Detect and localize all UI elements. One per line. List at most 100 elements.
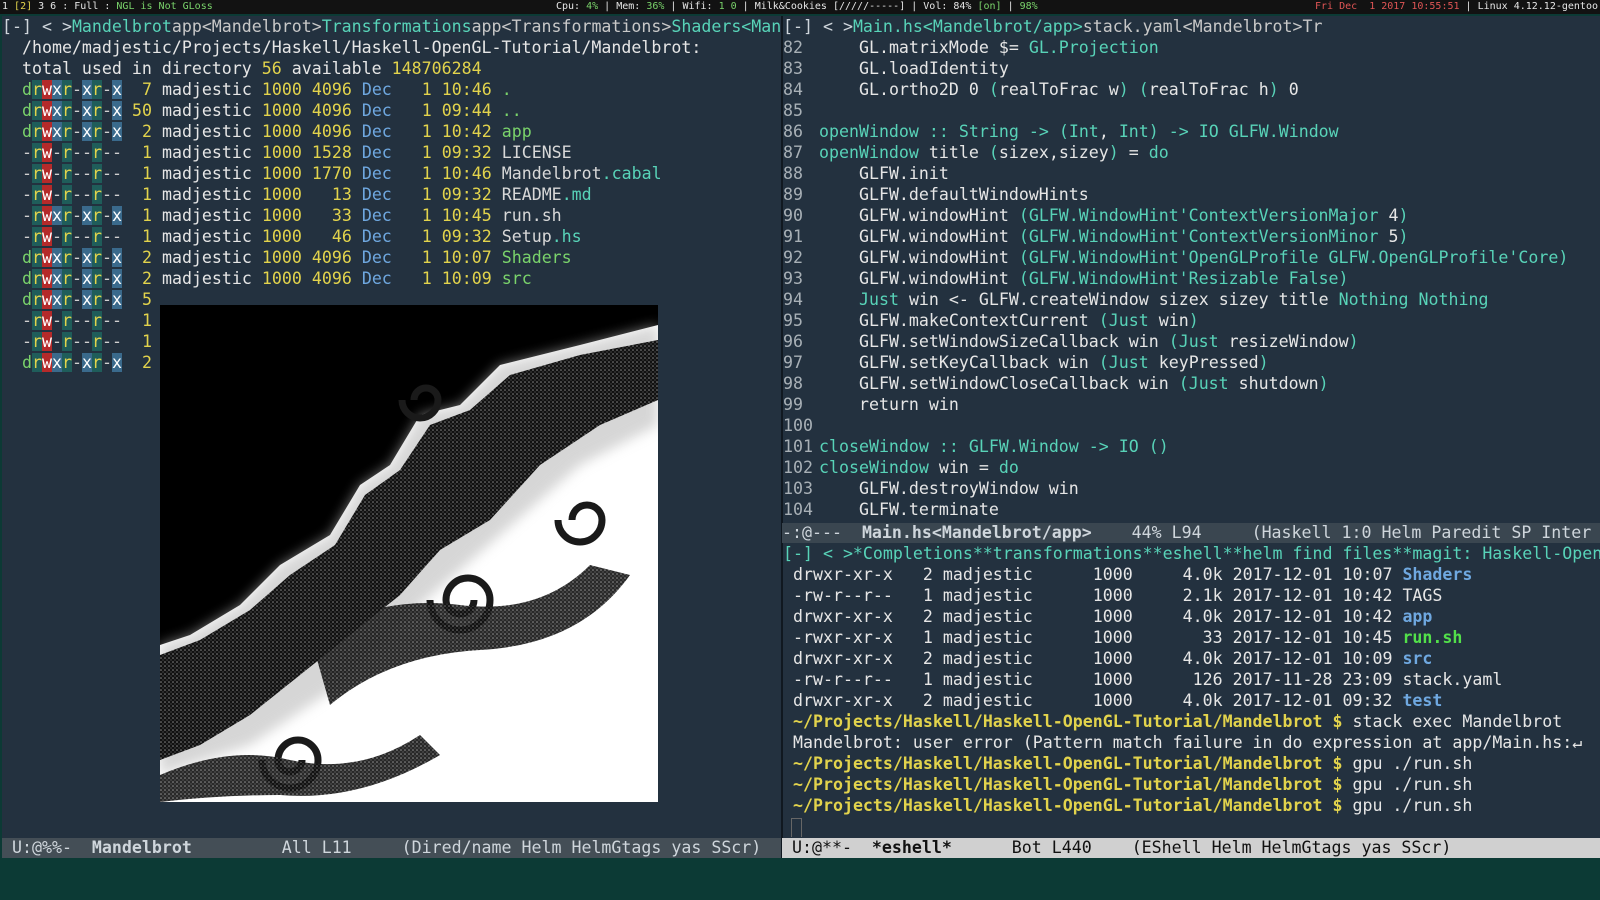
workspace-indicator[interactable]: 1 [2] 3 6 : Full : NGL is Not GLoss [2, 0, 213, 14]
dired-row[interactable]: -rw-r--r-- 1 madjestic 1000 46 Dec 1 09:… [2, 226, 798, 247]
eshell-ls-row: -rw-r--r-- 1 madjestic 1000 2.1k 2017-12… [783, 585, 1600, 606]
perm-char: r [31, 290, 42, 309]
file-name[interactable]: app [502, 122, 532, 141]
code-line[interactable]: 82 GL.matrixMode $= GL.Projection [783, 37, 1600, 58]
perm-char: w [41, 122, 52, 141]
code-line[interactable]: 102 closeWindow win = do [783, 457, 1600, 478]
tab-bar-left[interactable]: [-] < >Mandelbrotapp<Mandelbrot>Transfor… [2, 16, 798, 37]
code-line[interactable]: 88 GLFW.init [783, 163, 1600, 184]
perm-char: r [31, 353, 42, 372]
file-name: TAGS [1402, 586, 1443, 605]
perm-char: r [61, 290, 72, 309]
line-number: 97 [783, 353, 803, 372]
owner: madjestic [942, 649, 1093, 668]
code-line[interactable]: 104 GLFW.terminate [783, 499, 1600, 520]
file-name[interactable]: .. [502, 101, 522, 120]
dired-row[interactable]: -rw-r--r-- 1 madjestic 1000 1770 Dec 1 1… [2, 163, 798, 184]
code-line[interactable]: 103 GLFW.destroyWindow win [783, 478, 1600, 499]
code-line[interactable]: 84 GL.ortho2D 0 (realToFrac w) (realToFr… [783, 79, 1600, 100]
dired-row[interactable]: -rw-r--r-- 1 madjestic 1000 1528 Dec 1 0… [2, 142, 798, 163]
file-date: 2017-11-28 23:09 [1232, 670, 1403, 689]
code-line[interactable]: 85 [783, 100, 1600, 121]
file-name[interactable]: Shaders [502, 248, 572, 267]
link-count: 2 [912, 691, 943, 710]
perm-char: - [101, 353, 112, 372]
code-line[interactable]: 91 GLFW.windowHint (GLFW.WindowHint'Cont… [783, 226, 1600, 247]
dired-row[interactable]: drwxr-xr-x 50 madjestic 1000 4096 Dec 1 … [2, 100, 798, 121]
code-buffer[interactable]: 82 GL.matrixMode $= GL.Projection 83 GL.l… [783, 37, 1600, 536]
time: 09:32 [441, 143, 492, 162]
file-name[interactable]: Setup [502, 227, 552, 246]
file-name[interactable]: LICENSE [502, 143, 572, 162]
tab-2[interactable]: Shaders<Mand [671, 17, 791, 36]
tab-bar-right-top[interactable]: [-] < >Main.hs<Mandelbrot/app>stack.yaml… [783, 16, 1600, 37]
owner: madjestic [161, 143, 252, 162]
tab-1[interactable]: Transformations [322, 17, 472, 36]
eshell-pane[interactable]: [-] < >*Completions**transformations**es… [783, 543, 1600, 838]
file-name[interactable]: run.sh [502, 206, 562, 225]
file-ext: .md [561, 185, 592, 204]
file-name[interactable]: src [502, 269, 532, 288]
mem-usage: 36% [646, 1, 665, 12]
code-line[interactable]: 86 openWindow :: String -> (Int, Int) -> … [783, 121, 1600, 142]
perm-char: r [91, 122, 102, 141]
active-workspace[interactable]: [2] [14, 1, 32, 12]
tab-main-hs[interactable]: Main.hs<Mandelbrot/app> [853, 17, 1083, 36]
perm-char: w [41, 248, 52, 267]
code-line[interactable]: 83 GL.loadIdentity [783, 58, 1600, 79]
code-line[interactable]: 89 GLFW.defaultWindowHints [783, 184, 1600, 205]
code-editor-pane[interactable]: [-] < >Main.hs<Mandelbrot/app>stack.yaml… [783, 16, 1600, 536]
file-name[interactable]: README [502, 185, 562, 204]
eshell-command: gpu ./run.sh [1352, 754, 1473, 773]
code-line[interactable]: 98 GLFW.setWindowCloseCallback win (Just… [783, 373, 1600, 394]
code-line[interactable]: 97 GLFW.setKeyCallback win (Just keyPres… [783, 352, 1600, 373]
file-permissions: drwxr-xr-x [783, 649, 913, 668]
dired-pane[interactable]: [-] < >Mandelbrotapp<Mandelbrot>Transfor… [2, 16, 798, 855]
file-size: 4.0k [1182, 565, 1233, 584]
code-line[interactable]: 100 [783, 415, 1600, 436]
link-count: 7 [131, 80, 152, 99]
mandelbrot-render-window[interactable] [160, 305, 658, 802]
perm-char: - [21, 311, 32, 330]
dired-row[interactable]: -rwxr-xr-x 1 madjestic 1000 33 Dec 1 10:… [2, 205, 798, 226]
fractal-image [160, 305, 658, 802]
dired-row[interactable]: drwxr-xr-x 2 madjestic 1000 4096 Dec 1 1… [2, 268, 798, 289]
eshell-cursor-line[interactable] [783, 816, 1600, 837]
code-line[interactable]: 96 GLFW.setWindowSizeCallback win (Just … [783, 331, 1600, 352]
perm-char: r [31, 206, 42, 225]
tab-0[interactable]: Mandelbrot [72, 17, 172, 36]
perm-char: x [51, 206, 62, 225]
perm-char: - [81, 185, 92, 204]
code-line[interactable]: 92 GLFW.windowHint (GLFW.WindowHint'Open… [783, 247, 1600, 268]
code-line[interactable]: 93 GLFW.windowHint (GLFW.WindowHint'Resi… [783, 268, 1600, 289]
perm-char: - [71, 290, 82, 309]
code-line[interactable]: 87 openWindow title (sizex,sizey) = do [783, 142, 1600, 163]
link-count: 1 [131, 332, 152, 351]
code-line[interactable]: 95 GLFW.makeContextCurrent (Just win) [783, 310, 1600, 331]
code-text: GLFW.defaultWindowHints [858, 185, 1089, 204]
code-line[interactable]: 94 Just win <- GLFW.createWindow sizex s… [783, 289, 1600, 310]
dired-row[interactable]: drwxr-xr-x 7 madjestic 1000 4096 Dec 1 1… [2, 79, 798, 100]
code-line[interactable]: 99 return win [783, 394, 1600, 415]
dired-row[interactable]: -rw-r--r-- 1 madjestic 1000 13 Dec 1 09:… [2, 184, 798, 205]
code-line[interactable]: 101 closeWindow :: GLFW.Window -> IO () [783, 436, 1600, 457]
file-size: 2.1k [1182, 586, 1233, 605]
month: Dec [361, 185, 392, 204]
system-stats: Cpu: 4% | Mem: 36% | Wifi: 1 0 | Milk&Co… [556, 1, 1038, 12]
dired-row[interactable]: drwxr-xr-x 2 madjestic 1000 4096 Dec 1 1… [2, 121, 798, 142]
file-name[interactable]: . [502, 80, 512, 99]
group: 1000 [1092, 628, 1183, 647]
file-name: app [1402, 607, 1433, 626]
code-line[interactable]: 90 GLFW.windowHint (GLFW.WindowHint'Cont… [783, 205, 1600, 226]
owner: madjestic [942, 691, 1093, 710]
dired-row[interactable]: drwxr-xr-x 2 madjestic 1000 4096 Dec 1 1… [2, 247, 798, 268]
file-name[interactable]: Mandelbrot [502, 164, 602, 183]
perm-char: x [51, 353, 62, 372]
tab-bar-right-bottom[interactable]: [-] < >*Completions**transformations**es… [783, 543, 1600, 564]
